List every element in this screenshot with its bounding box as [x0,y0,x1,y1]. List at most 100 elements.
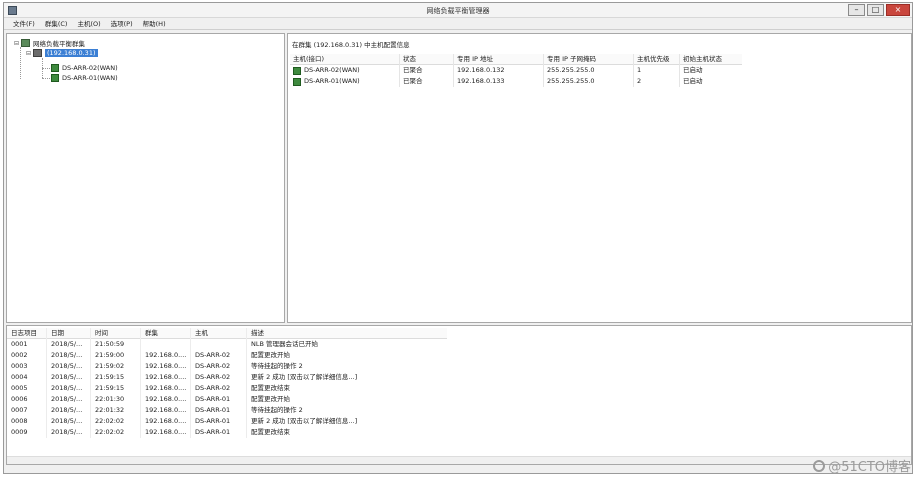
log-date-cell: 2018/5/... [47,416,91,427]
log-id-cell: 0004 [7,372,47,383]
tree-node-host-label: DS-ARR-02(WAN) [62,64,118,72]
log-time-cell: 22:01:30 [91,394,141,405]
column-header[interactable]: 群集 [141,327,191,339]
column-header[interactable]: 主机优先级 [634,53,680,65]
log-host-cell: DS-ARR-02 [191,383,247,394]
menu-host[interactable]: 主机(O) [72,18,105,29]
collapse-icon[interactable]: ⊟ [13,40,20,47]
menu-help[interactable]: 帮助(H) [138,18,171,29]
log-date-cell: 2018/5/... [47,394,91,405]
log-row[interactable]: 0002 2018/5/... 21:59:00 192.168.0.... DS-AR… [7,350,447,361]
column-header[interactable]: 专用 IP 子网掩码 [544,53,634,65]
log-cluster-cell: 192.168.0.... [141,416,191,427]
cluster-root-icon [21,39,30,47]
log-date-cell: 2018/5/... [47,427,91,438]
column-header[interactable]: 日期 [47,327,91,339]
cluster-icon [33,49,42,57]
menu-file[interactable]: 文件(F) [8,18,40,29]
collapse-icon[interactable]: ⊟ [25,50,32,57]
log-date-cell: 2018/5/... [47,361,91,372]
window-controls: – □ × [848,4,910,16]
log-row[interactable]: 0009 2018/5/... 22:02:02 192.168.0.... DS-AR… [7,427,447,438]
host-icon [293,77,301,86]
log-date-cell: 2018/5/... [47,372,91,383]
log-time-cell: 21:59:02 [91,361,141,372]
log-cluster-cell: 192.168.0.... [141,405,191,416]
log-date-cell: 2018/5/... [47,350,91,361]
log-description-cell: NLB 管理器会话已开始 [251,340,319,348]
log-pane[interactable]: 日志项目 日期 时间 群集 主机 描述 0001 2018/5/... 21:50:… [6,325,912,465]
initial-state-cell: 已启动 [683,77,703,85]
log-cluster-cell: 192.168.0.... [141,350,191,361]
log-cluster-cell: 192.168.0.... [141,361,191,372]
host-icon [51,64,59,72]
blog-logo-icon [813,459,826,472]
log-time-cell: 21:59:00 [91,350,141,361]
log-host-cell [191,339,247,350]
maximize-button[interactable]: □ [867,4,884,16]
table-row[interactable]: DS-ARR-02(WAN) 已聚合 192.168.0.132 255.255… [290,65,742,76]
tree-node-cluster-label: (192.168.0.31) [45,49,98,57]
ip-cell: 192.168.0.133 [454,76,544,87]
host-detail-pane[interactable]: 在群集 (192.168.0.31) 中主机配置信息 主机(接口) 状态 专用 … [287,33,912,323]
tree-connector [42,68,50,69]
log-host-cell: DS-ARR-02 [191,361,247,372]
close-button[interactable]: × [886,4,910,16]
log-host-cell: DS-ARR-01 [191,416,247,427]
log-host-cell: DS-ARR-01 [191,394,247,405]
log-time-cell: 21:59:15 [91,372,141,383]
column-header[interactable]: 状态 [400,53,454,65]
log-description-cell: 配置更改开始 [251,395,290,403]
table-row[interactable]: DS-ARR-01(WAN) 已聚合 192.168.0.133 255.255… [290,76,742,87]
host-icon [51,74,59,82]
menu-cluster[interactable]: 群集(C) [40,18,73,29]
initial-state-cell: 已启动 [683,66,703,74]
tree-node-host[interactable]: DS-ARR-01(WAN) [51,73,118,83]
cluster-tree-pane[interactable]: ⊟ 网络负载平衡群集 ⊟ (192.168.0.31) DS-ARR-02(WA… [6,33,285,323]
tree-node-root[interactable]: ⊟ 网络负载平衡群集 [13,38,85,48]
menu-options[interactable]: 选项(P) [106,18,138,29]
column-header[interactable]: 专用 IP 地址 [454,53,544,65]
tree-connector [42,78,50,79]
log-row[interactable]: 0003 2018/5/... 21:59:02 192.168.0.... DS-AR… [7,361,447,372]
log-description-cell: 配置更改结束 [251,384,290,392]
log-description-cell: 配置更改结束 [251,428,290,436]
tree-connector [20,47,21,79]
host-cell: DS-ARR-01(WAN) [290,76,400,87]
subnet-cell: 255.255.255.0 [544,76,634,87]
log-row[interactable]: 0001 2018/5/... 21:50:59 NLB 管理器会话已开始 [7,339,447,350]
log-cluster-cell: 192.168.0.... [141,383,191,394]
minimize-button[interactable]: – [848,4,865,16]
log-row[interactable]: 0004 2018/5/... 21:59:15 192.168.0.... DS-AR… [7,372,447,383]
column-header[interactable]: 初始主机状态 [680,54,742,65]
title-bar[interactable]: 网络负载平衡管理器 – □ × [4,3,912,18]
log-id-cell: 0009 [7,427,47,438]
column-header[interactable]: 主机 [191,327,247,339]
log-time-cell: 22:02:02 [91,416,141,427]
log-row[interactable]: 0006 2018/5/... 22:01:30 192.168.0.... DS-AR… [7,394,447,405]
log-host-cell: DS-ARR-02 [191,372,247,383]
detail-header: 在群集 (192.168.0.31) 中主机配置信息 [292,41,410,49]
log-row[interactable]: 0007 2018/5/... 22:01:32 192.168.0.... DS-AR… [7,405,447,416]
tree-node-root-label: 网络负载平衡群集 [33,40,85,48]
log-time-cell: 22:01:32 [91,405,141,416]
column-header[interactable]: 时间 [91,327,141,339]
column-header[interactable]: 日志项目 [7,327,47,339]
log-date-cell: 2018/5/... [47,339,91,350]
ip-cell: 192.168.0.132 [454,65,544,76]
horizontal-scrollbar[interactable] [7,456,911,464]
tree-node-cluster[interactable]: ⊟ (192.168.0.31) [25,48,98,58]
log-host-cell: DS-ARR-02 [191,350,247,361]
log-table: 日志项目 日期 时间 群集 主机 描述 0001 2018/5/... 21:50:… [7,327,447,438]
host-name: DS-ARR-01(WAN) [304,77,360,85]
window-title: 网络负载平衡管理器 [426,7,490,15]
column-header[interactable]: 描述 [247,328,447,339]
watermark-text: @51CTO博客 [828,460,911,475]
tree-node-host[interactable]: DS-ARR-02(WAN) [51,63,118,73]
log-id-cell: 0008 [7,416,47,427]
log-row[interactable]: 0005 2018/5/... 21:59:15 192.168.0.... DS-AR… [7,383,447,394]
log-cluster-cell: 192.168.0.... [141,394,191,405]
column-header[interactable]: 主机(接口) [290,53,400,65]
nlb-manager-window: 网络负载平衡管理器 – □ × 文件(F) 群集(C) 主机(O) 选项(P) … [3,2,913,474]
log-row[interactable]: 0008 2018/5/... 22:02:02 192.168.0.... DS-AR… [7,416,447,427]
